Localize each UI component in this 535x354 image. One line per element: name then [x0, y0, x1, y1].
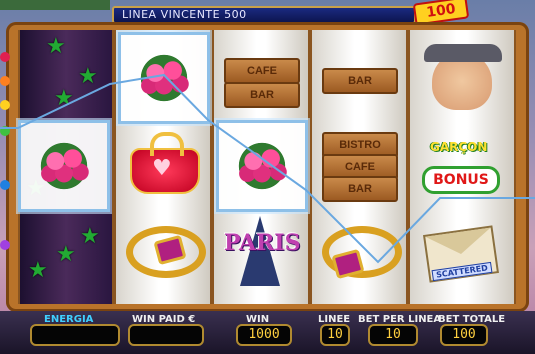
payline-path: [0, 73, 535, 264]
bet-totale-display: 100: [440, 324, 488, 346]
linee-display[interactable]: 10: [320, 324, 350, 346]
winning-payline: [0, 73, 535, 264]
energia-display: [30, 324, 120, 346]
win-paid-display: [128, 324, 204, 346]
slot-game-screen: LINEA VINCENTE 500 100 ★ ★ ★ ★ ★ ★ ★ ♥ C…: [0, 0, 535, 354]
win-display: 1000: [236, 324, 292, 346]
bet-per-linea-display[interactable]: 10: [368, 324, 418, 346]
